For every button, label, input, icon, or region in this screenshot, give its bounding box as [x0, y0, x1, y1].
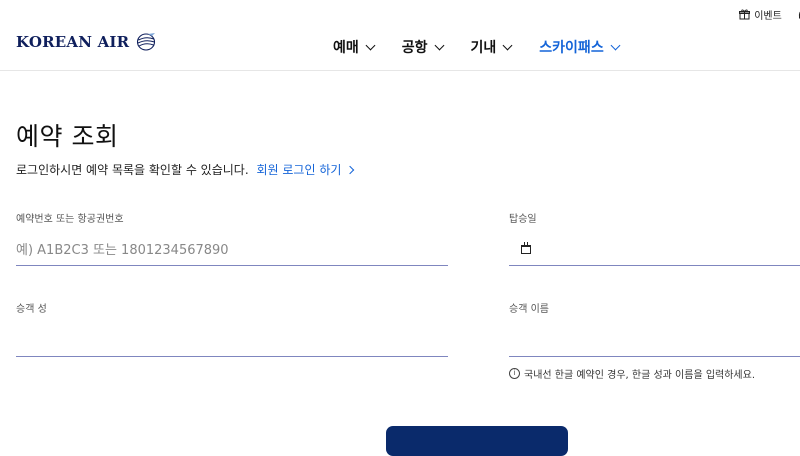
nav-skypass[interactable]: 스카이패스 — [539, 37, 621, 57]
nav-skypass-label: 스카이패스 — [539, 40, 604, 56]
nav-booking[interactable]: 예매 — [333, 37, 376, 57]
global-nav: 예매 공항 기내 스카이패스 — [333, 37, 621, 57]
departure-date-input[interactable] — [509, 235, 800, 266]
utility-bar: 이벤트 고 — [739, 6, 800, 22]
booking-number-input[interactable] — [16, 235, 448, 266]
info-icon: i — [509, 368, 520, 379]
chevron-down-icon — [365, 40, 376, 50]
chevron-down-icon — [610, 40, 621, 50]
nav-airport[interactable]: 공항 — [401, 37, 444, 57]
chevron-right-icon — [346, 165, 355, 175]
taegeuk-logo-icon — [137, 33, 156, 51]
nav-inflight[interactable]: 기내 — [470, 37, 513, 57]
first-name-label: 승객 이름 — [509, 304, 549, 315]
chevron-down-icon — [502, 40, 513, 50]
hint-text: 국내선 한글 예약인 경우, 한글 성과 이름을 입력하세요. — [524, 370, 756, 381]
nav-airport-label: 공항 — [401, 40, 428, 56]
login-link-label: 회원 로그인 하기 — [256, 163, 342, 177]
member-login-link[interactable]: 회원 로그인 하기 — [256, 163, 355, 177]
name-input-hint: i 국내선 한글 예약인 경우, 한글 성과 이름을 입력하세요. — [509, 366, 755, 381]
subtitle-text: 로그인하시면 예약 목록을 확인할 수 있습니다. — [16, 163, 249, 177]
event-label: 이벤트 — [754, 10, 782, 22]
chevron-down-icon — [434, 40, 444, 50]
nav-inflight-label: 기내 — [470, 40, 497, 56]
last-name-input[interactable] — [16, 326, 448, 357]
logo-text: KOREAN AIR — [16, 33, 130, 51]
main-header: KOREAN AIR 예매 공항 기내 스카이패스 — [0, 26, 800, 71]
last-name-label: 승객 성 — [16, 304, 47, 315]
page-subtitle: 로그인하시면 예약 목록을 확인할 수 있습니다. 회원 로그인 하기 — [16, 161, 355, 178]
departure-date-label: 탑승일 — [509, 214, 537, 225]
page-title: 예약 조회 — [16, 122, 119, 151]
nav-booking-label: 예매 — [333, 40, 359, 56]
calendar-icon — [521, 242, 531, 254]
gift-icon — [739, 9, 751, 19]
event-link[interactable]: 이벤트 — [739, 6, 782, 22]
booking-number-label: 예약번호 또는 항공권번호 — [16, 214, 124, 225]
search-button[interactable] — [386, 426, 568, 456]
first-name-input[interactable] — [509, 326, 800, 357]
korean-air-logo[interactable]: KOREAN AIR — [16, 32, 157, 52]
